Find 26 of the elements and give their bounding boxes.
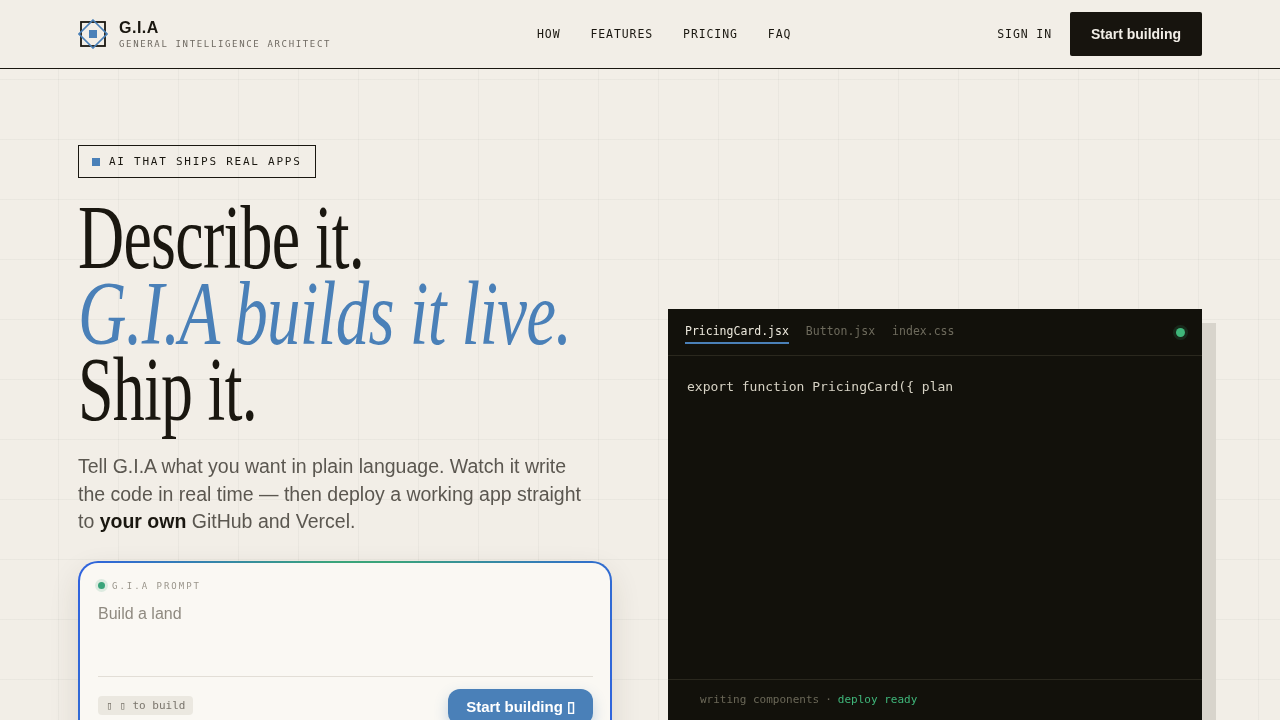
- prompt-label: G.I.A PROMPT: [112, 580, 202, 591]
- logo-icon: [78, 19, 108, 49]
- hero-description: Tell G.I.A what you want in plain language. Watch it write the code in real time — then deploy a working app straight to your own GitHub and Vercel.: [78, 454, 582, 534]
- file-tab[interactable]: index.css: [892, 323, 955, 344]
- nav-link[interactable]: PRICING: [683, 27, 738, 41]
- prompt-box[interactable]: G.I.A PROMPT Build a land ▯ ▯ to build Start building ▯: [78, 560, 612, 720]
- nav-link[interactable]: HOW: [537, 27, 561, 41]
- nav-link[interactable]: FAQ: [767, 27, 792, 41]
- live-dot-icon: [1176, 328, 1185, 337]
- square-icon: [92, 157, 100, 166]
- brand-tagline: GENERAL INTELLIGENCE ARCHITECT: [119, 37, 332, 50]
- code-line: export function PricingCard({ plan: [687, 378, 955, 396]
- nav-link[interactable]: FEATURES: [590, 27, 654, 41]
- file-tab[interactable]: Button.jsx: [805, 323, 876, 344]
- status-text: deploy ready: [837, 692, 918, 708]
- start-building-button[interactable]: Start building: [1070, 12, 1202, 56]
- status-dot-icon: [98, 582, 105, 589]
- prompt-input[interactable]: Build a land: [98, 602, 593, 677]
- start-building-button[interactable]: Start building ▯: [448, 688, 593, 720]
- brand-name: G.I.A: [119, 18, 160, 37]
- separator-dot: ·: [825, 692, 832, 708]
- badge-text: AI THAT SHIPS REAL APPS: [109, 155, 302, 168]
- shortcut-hint: ▯ ▯ to build: [98, 695, 194, 715]
- sign-in-link[interactable]: SIGN IN: [997, 27, 1052, 41]
- status-text: writing components: [700, 692, 820, 708]
- file-tab[interactable]: PricingCard.jsx: [685, 323, 789, 344]
